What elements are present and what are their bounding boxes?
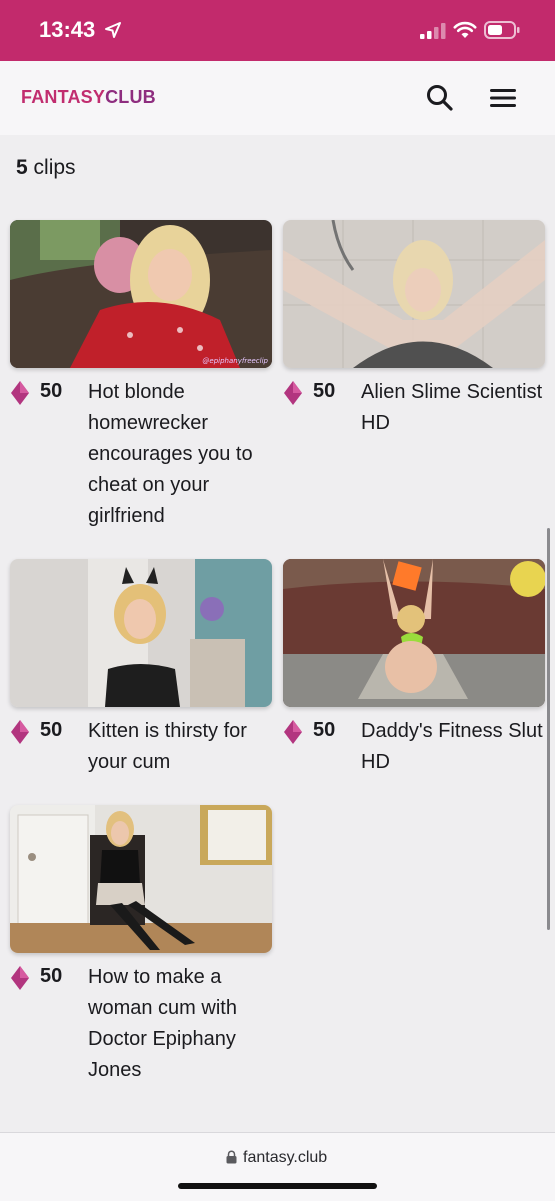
browser-url-bar[interactable]: fantasy.club (0, 1132, 555, 1201)
logo-text-club: CLUB (105, 87, 156, 107)
url-text[interactable]: fantasy.club (243, 1149, 327, 1167)
clip-price: 50 (40, 719, 63, 741)
clip-meta: 50 How to make a woman cum with Doctor E… (10, 962, 272, 1086)
clip-thumbnail[interactable]: @epiphanyfreeclip (10, 220, 272, 368)
clip-title[interactable]: Kitten is thirsty for your cum (88, 716, 272, 778)
hamburger-menu-icon[interactable] (486, 82, 520, 114)
gem-icon (11, 720, 29, 744)
gem-icon (284, 381, 302, 405)
home-indicator[interactable] (178, 1183, 377, 1189)
clip-price: 50 (313, 380, 336, 402)
clip-count: 5 clips (16, 156, 76, 180)
clip-meta: 50 Hot blonde homewrecker encourages you… (10, 377, 272, 532)
status-time: 13:43 (39, 17, 96, 42)
clip-price: 50 (40, 965, 63, 987)
clip-thumbnail-image (10, 559, 272, 707)
fantasyclub-logo[interactable]: FANTASYCLUB (21, 87, 156, 108)
search-icon[interactable] (424, 82, 456, 114)
gem-icon (11, 381, 29, 405)
thumb-watermark: @epiphanyfreeclip (202, 357, 268, 365)
gem-icon (11, 966, 29, 990)
clip-thumbnail[interactable] (10, 559, 272, 707)
clip-card-2[interactable]: 50 Alien Slime Scientist HD (283, 220, 545, 439)
logo-text-fantasy: FANTASY (21, 87, 106, 107)
battery-icon (484, 21, 520, 39)
gem-icon (284, 720, 302, 744)
clip-meta: 50 Daddy's Fitness Slut HD (283, 716, 545, 778)
clip-title[interactable]: How to make a woman cum with Doctor Epip… (88, 962, 272, 1086)
clip-card-5[interactable]: 50 How to make a woman cum with Doctor E… (10, 805, 272, 1086)
clip-title[interactable]: Daddy's Fitness Slut HD (361, 716, 545, 778)
app-header: FANTASYCLUB (0, 61, 555, 135)
clip-thumbnail-image (283, 559, 545, 707)
clip-count-label: clips (33, 156, 76, 179)
clip-count-number: 5 (16, 156, 28, 179)
clip-price: 50 (40, 380, 63, 402)
clip-meta: 50 Alien Slime Scientist HD (283, 377, 545, 439)
scrollbar[interactable] (547, 528, 550, 930)
lock-icon (226, 1150, 237, 1164)
cellular-signal-icon (420, 23, 446, 39)
clip-thumbnail[interactable] (283, 220, 545, 368)
clip-thumbnail-image (10, 220, 272, 368)
clip-thumbnail-image (10, 805, 272, 953)
clip-card-3[interactable]: 50 Kitten is thirsty for your cum (10, 559, 272, 778)
clip-meta: 50 Kitten is thirsty for your cum (10, 716, 272, 778)
clip-thumbnail[interactable] (10, 805, 272, 953)
wifi-icon (453, 21, 477, 38)
clip-card-1[interactable]: @epiphanyfreeclip 50 Hot blonde homewrec… (10, 220, 272, 532)
clip-thumbnail[interactable] (283, 559, 545, 707)
clip-card-4[interactable]: 50 Daddy's Fitness Slut HD (283, 559, 545, 778)
clip-price: 50 (313, 719, 336, 741)
clip-title[interactable]: Alien Slime Scientist HD (361, 377, 545, 439)
clip-title[interactable]: Hot blonde homewrecker encourages you to… (88, 377, 272, 532)
status-bar: 13:43 (0, 0, 555, 61)
clip-thumbnail-image (283, 220, 545, 368)
location-arrow-icon (105, 22, 121, 38)
